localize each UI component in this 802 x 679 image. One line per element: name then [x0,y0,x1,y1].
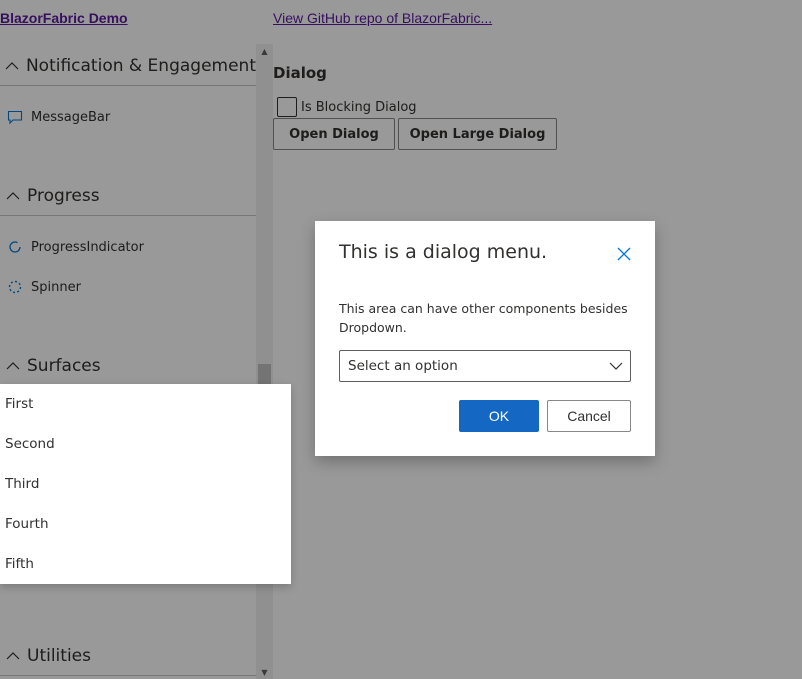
option-dropdown[interactable]: Select an option [339,350,631,382]
option-label: Second [5,436,55,452]
chevron-down-icon [608,358,624,374]
option-label: Fourth [5,516,49,532]
dropdown-options-callout: First Second Third Fourth Fifth [0,384,291,584]
ok-button[interactable]: OK [459,400,539,432]
option-label: Third [5,476,40,492]
dropdown-option-second[interactable]: Second [0,424,291,464]
dialog-title: This is a dialog menu. [339,241,548,263]
option-label: Fifth [5,556,34,572]
cancel-button[interactable]: Cancel [547,400,631,432]
dropdown-placeholder: Select an option [348,358,458,374]
dropdown-option-fourth[interactable]: Fourth [0,504,291,544]
close-icon[interactable] [614,244,634,264]
dropdown-option-fifth[interactable]: Fifth [0,544,291,584]
dialog: This is a dialog menu. This area can hav… [315,221,655,456]
dropdown-option-first[interactable]: First [0,384,291,424]
dropdown-option-third[interactable]: Third [0,464,291,504]
dialog-subtext: This area can have other components besi… [339,301,628,335]
option-label: First [5,396,34,412]
